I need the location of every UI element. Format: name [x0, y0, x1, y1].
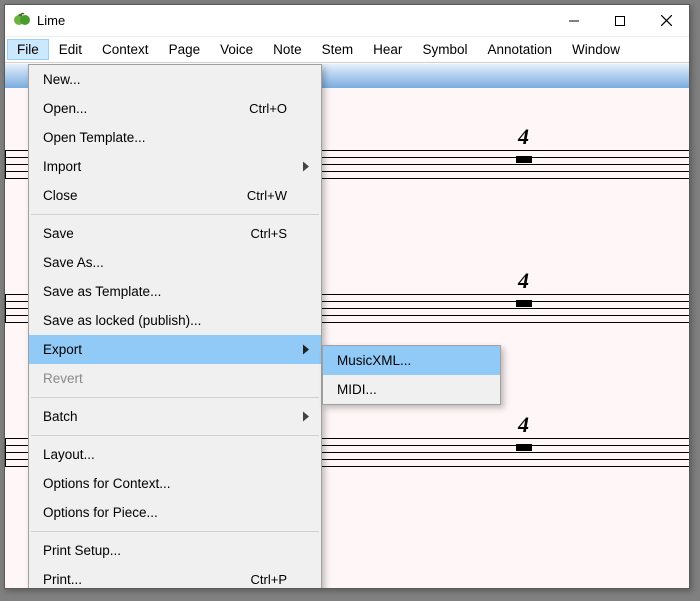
menuitem-options-piece[interactable]: Options for Piece... [29, 498, 321, 527]
submenuitem-midi[interactable]: MIDI... [323, 375, 500, 404]
menu-voice[interactable]: Voice [210, 39, 263, 60]
menu-separator [31, 435, 319, 436]
menu-separator [31, 214, 319, 215]
whole-rest-icon [516, 300, 532, 307]
score-area: 4 4 4 New... Open...Ctrl+O Open Template… [5, 64, 689, 588]
menuitem-new[interactable]: New... [29, 65, 321, 94]
maximize-button[interactable] [597, 5, 643, 36]
menuitem-import[interactable]: Import [29, 152, 321, 181]
menu-separator [31, 531, 319, 532]
menuitem-print-setup[interactable]: Print Setup... [29, 536, 321, 565]
export-submenu: MusicXML... MIDI... [322, 345, 501, 405]
chevron-right-icon [303, 159, 309, 174]
time-signature: 4 [518, 412, 529, 438]
menu-stem[interactable]: Stem [312, 39, 364, 60]
menu-note[interactable]: Note [263, 39, 312, 60]
menu-symbol[interactable]: Symbol [412, 39, 477, 60]
menuitem-save[interactable]: SaveCtrl+S [29, 219, 321, 248]
menuitem-save-as-locked[interactable]: Save as locked (publish)... [29, 306, 321, 335]
menuitem-save-as-template[interactable]: Save as Template... [29, 277, 321, 306]
time-signature: 4 [518, 268, 529, 294]
menu-page[interactable]: Page [159, 39, 211, 60]
window-title: Lime [37, 13, 551, 28]
titlebar: Lime [5, 5, 689, 37]
menu-hear[interactable]: Hear [363, 39, 412, 60]
menubar: File Edit Context Page Voice Note Stem H… [5, 37, 689, 63]
chevron-right-icon [303, 409, 309, 424]
menuitem-save-as[interactable]: Save As... [29, 248, 321, 277]
menu-edit[interactable]: Edit [49, 39, 92, 60]
menuitem-revert: Revert [29, 364, 321, 393]
menuitem-open[interactable]: Open...Ctrl+O [29, 94, 321, 123]
chevron-right-icon [303, 342, 309, 357]
window-controls [551, 5, 689, 36]
menuitem-options-context[interactable]: Options for Context... [29, 469, 321, 498]
menuitem-batch[interactable]: Batch [29, 402, 321, 431]
file-menu-dropdown: New... Open...Ctrl+O Open Template... Im… [28, 64, 322, 588]
whole-rest-icon [516, 444, 532, 451]
whole-rest-icon [516, 156, 532, 163]
menuitem-open-template[interactable]: Open Template... [29, 123, 321, 152]
minimize-button[interactable] [551, 5, 597, 36]
menuitem-export[interactable]: Export [29, 335, 321, 364]
app-window: Lime File Edit Context Page Voice Note S… [4, 4, 690, 589]
menuitem-close[interactable]: CloseCtrl+W [29, 181, 321, 210]
menuitem-print[interactable]: Print...Ctrl+P [29, 565, 321, 588]
time-signature: 4 [518, 124, 529, 150]
menu-file[interactable]: File [7, 39, 49, 60]
menuitem-layout[interactable]: Layout... [29, 440, 321, 469]
close-button[interactable] [643, 5, 689, 36]
app-icon [13, 12, 31, 30]
menu-annotation[interactable]: Annotation [477, 39, 562, 60]
menu-window[interactable]: Window [562, 39, 630, 60]
submenuitem-musicxml[interactable]: MusicXML... [323, 346, 500, 375]
menu-separator [31, 397, 319, 398]
menu-context[interactable]: Context [92, 39, 159, 60]
